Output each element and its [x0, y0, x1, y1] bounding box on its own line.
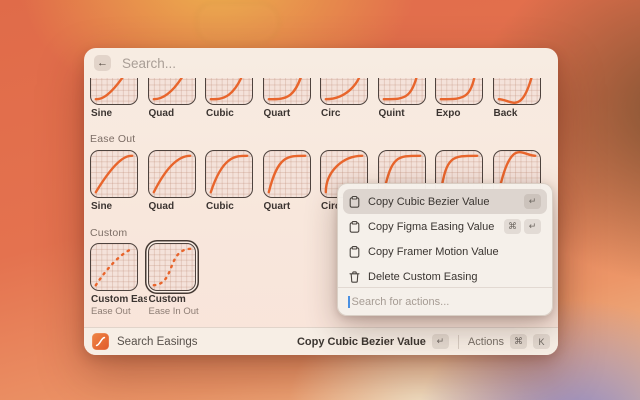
footer-app-name: Search Easings [117, 336, 198, 348]
easing-card-label: Custom [149, 294, 205, 305]
menu-item[interactable]: Copy Framer Motion Value [343, 239, 547, 264]
text-cursor [348, 296, 350, 308]
menu-item-label: Copy Framer Motion Value [368, 246, 499, 258]
easing-card-label: Back [494, 108, 550, 119]
section-title: Ease Out [90, 133, 135, 145]
easing-card-sublabel: Ease In Out [149, 306, 205, 317]
easing-card-label: Quart [264, 201, 320, 212]
easing-card[interactable] [148, 243, 196, 291]
easings-app-icon [92, 333, 109, 350]
easing-curve-preview [494, 78, 540, 104]
easing-card[interactable] [205, 150, 253, 198]
easing-curve-preview [264, 78, 310, 104]
easing-card-label: Expo [436, 108, 492, 119]
easing-card[interactable] [148, 78, 196, 105]
menu-item[interactable]: Delete Custom Easing [343, 264, 547, 289]
back-arrow-icon: ← [97, 57, 108, 69]
easing-card[interactable] [435, 78, 483, 105]
search-input[interactable]: Search... [122, 56, 176, 71]
easing-card[interactable] [148, 150, 196, 198]
easing-curve-preview [206, 78, 252, 104]
menu-item-label: Copy Figma Easing Value [368, 221, 494, 233]
easing-card-label: Quad [149, 201, 205, 212]
section-title: Custom [90, 227, 127, 239]
easing-card[interactable] [90, 243, 138, 291]
actions-menu-button[interactable]: Actions [468, 336, 504, 348]
back-button[interactable]: ← [94, 55, 111, 71]
easing-curve-preview [149, 244, 195, 290]
actions-search-placeholder: Search for actions... [352, 296, 450, 308]
clipboard-icon [349, 246, 360, 258]
easing-card-sublabel: Ease Out [91, 306, 147, 317]
easing-curve-preview [264, 151, 310, 197]
trash-icon [349, 271, 360, 283]
shortcut-key-icon: ⌘ [504, 219, 521, 234]
easing-card[interactable] [90, 150, 138, 198]
k-key-icon[interactable]: K [533, 334, 550, 349]
clipboard-icon [349, 221, 360, 233]
footer-actions-area: Copy Cubic Bezier Value ↵ Actions ⌘ K [297, 334, 550, 349]
easing-curve-preview [149, 151, 195, 197]
easing-card-label: Cubic [206, 108, 262, 119]
clipboard-icon [349, 196, 360, 208]
easing-curve-preview [436, 78, 482, 104]
easing-curve-preview [379, 78, 425, 104]
return-key-icon[interactable]: ↵ [432, 334, 449, 349]
easing-card[interactable] [263, 150, 311, 198]
actions-search-field[interactable]: Search for actions... [338, 287, 552, 315]
easing-card[interactable] [205, 78, 253, 105]
menu-item[interactable]: Copy Cubic Bezier Value ↵ [343, 189, 547, 214]
easing-card[interactable] [378, 78, 426, 105]
menu-item-label: Copy Cubic Bezier Value [368, 196, 489, 208]
footer-bar: Search Easings Copy Cubic Bezier Value ↵… [84, 327, 558, 355]
easing-curve-preview [206, 151, 252, 197]
easing-card[interactable] [320, 78, 368, 105]
actions-menu-list: Copy Cubic Bezier Value↵Copy Figma Easin… [338, 189, 552, 289]
easing-card[interactable] [493, 78, 541, 105]
easing-card-label: Cubic [206, 201, 262, 212]
wallpaper-ghost-shape [196, 2, 280, 44]
shortcut-key-icon: ↵ [524, 194, 541, 209]
easing-card-label: Quart [264, 108, 320, 119]
easing-curve-preview [91, 78, 137, 104]
window-header: ← Search... [84, 48, 558, 78]
easing-card-label: Sine [91, 108, 147, 119]
easing-card-label: Quint [379, 108, 435, 119]
command-key-icon[interactable]: ⌘ [510, 334, 527, 349]
easing-card[interactable] [90, 78, 138, 105]
easing-curve-preview [321, 78, 367, 104]
footer-primary-action[interactable]: Copy Cubic Bezier Value [297, 336, 426, 348]
easing-card-label: Sine [91, 201, 147, 212]
easing-curve-glyph [95, 336, 106, 347]
shortcut-key-icon: ↵ [524, 219, 541, 234]
easing-card-label: Quad [149, 108, 205, 119]
menu-item-label: Delete Custom Easing [368, 271, 477, 283]
easing-curve-preview [91, 244, 137, 290]
easing-card-label: Custom Eas… [91, 294, 147, 305]
easing-card[interactable] [263, 78, 311, 105]
easing-curve-preview [91, 151, 137, 197]
menu-item[interactable]: Copy Figma Easing Value ⌘↵ [343, 214, 547, 239]
footer-divider [458, 335, 459, 349]
easing-card-label: Circ [321, 108, 377, 119]
menu-item-shortcuts: ↵ [524, 194, 541, 209]
easing-curve-preview [149, 78, 195, 104]
menu-item-shortcuts: ⌘↵ [504, 219, 541, 234]
actions-popover: Copy Cubic Bezier Value↵Copy Figma Easin… [337, 183, 553, 316]
